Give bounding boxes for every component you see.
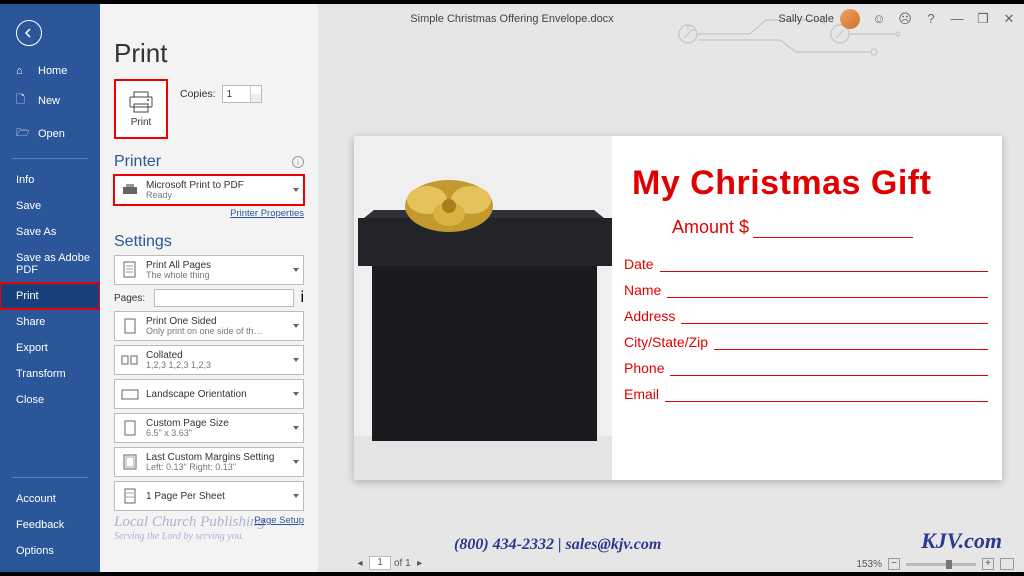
sidebar-item-share[interactable]: Share xyxy=(0,309,100,335)
persheet-select[interactable]: 1 Page Per Sheet xyxy=(114,481,304,511)
sidebar-item-home[interactable]: ⌂Home xyxy=(0,58,100,84)
print-range-select[interactable]: Print All PagesThe whole thing xyxy=(114,255,304,285)
watermark: Local Church Publishing Serving the Lord… xyxy=(114,514,265,542)
sidebar-item-feedback[interactable]: Feedback xyxy=(0,512,100,538)
sidebar-item-transform[interactable]: Transform xyxy=(0,361,100,387)
logo-text: KJV.com xyxy=(921,528,1002,554)
printer-heading: Printer xyxy=(114,153,161,171)
sidebar-item-new[interactable]: 🗋New xyxy=(0,84,100,117)
pages-icon xyxy=(121,261,139,279)
info-icon[interactable]: i xyxy=(300,289,304,307)
preview-footer: (800) 434-2332 | sales@kjv.com KJV.com xyxy=(354,528,1002,554)
open-icon: 🗁 xyxy=(16,124,30,143)
zoom-out-button[interactable]: − xyxy=(888,558,900,570)
sidebar-item-open[interactable]: 🗁Open xyxy=(0,117,100,150)
margins-icon xyxy=(121,453,139,471)
avatar xyxy=(840,9,860,29)
print-preview: My Christmas Gift Amount $ Date Name Add… xyxy=(318,4,1024,572)
back-button[interactable] xyxy=(16,20,42,46)
home-icon: ⌂ xyxy=(16,65,30,77)
field-email: Email xyxy=(624,386,988,402)
margins-select[interactable]: Last Custom Margins SettingLeft: 0.13" R… xyxy=(114,447,304,477)
persheet-icon xyxy=(121,487,139,505)
face-smile-icon[interactable]: ☺ xyxy=(872,12,886,26)
pagesize-icon xyxy=(121,419,139,437)
page-total: of 1 xyxy=(394,558,411,569)
amount-field: Amount $ xyxy=(672,217,988,238)
collated-icon xyxy=(121,351,139,369)
sidebar-item-close[interactable]: Close xyxy=(0,387,100,413)
user-account[interactable]: Sally Coale xyxy=(778,9,860,29)
field-address: Address xyxy=(624,308,988,324)
page-navigator: ◂ 1 of 1 ▸ xyxy=(354,556,426,570)
pagesize-select[interactable]: Custom Page Size6.5" x 3.63" xyxy=(114,413,304,443)
close-icon[interactable]: ✕ xyxy=(1002,12,1016,26)
page-number-input[interactable]: 1 xyxy=(369,556,391,570)
sidebar-item-saveadobe[interactable]: Save as Adobe PDF xyxy=(0,245,100,283)
zoom-fit-button[interactable] xyxy=(1000,558,1014,570)
face-neutral-icon[interactable]: ☹ xyxy=(898,12,912,26)
copies-input[interactable]: 1 xyxy=(222,85,262,103)
field-date: Date xyxy=(624,256,988,272)
contact-text: (800) 434-2332 | sales@kjv.com xyxy=(454,536,661,554)
new-icon: 🗋 xyxy=(16,91,30,110)
info-icon[interactable]: i xyxy=(292,156,304,168)
orientation-select[interactable]: Landscape Orientation xyxy=(114,379,304,409)
sides-select[interactable]: Print One SidedOnly print on one side of… xyxy=(114,311,304,341)
onesided-icon xyxy=(121,317,139,335)
landscape-icon xyxy=(121,385,139,403)
sidebar-item-options[interactable]: Options xyxy=(0,538,100,564)
sidebar-item-account[interactable]: Account xyxy=(0,486,100,512)
field-citystatezip: City/State/Zip xyxy=(624,334,988,350)
print-button[interactable]: Print xyxy=(114,79,168,139)
field-name: Name xyxy=(624,282,988,298)
zoom-in-button[interactable]: + xyxy=(982,558,994,570)
field-phone: Phone xyxy=(624,360,988,376)
doc-title: My Christmas Gift xyxy=(632,164,988,203)
sidebar-item-save[interactable]: Save xyxy=(0,193,100,219)
prev-page-button[interactable]: ◂ xyxy=(354,557,366,569)
next-page-button[interactable]: ▸ xyxy=(414,557,426,569)
sidebar-item-export[interactable]: Export xyxy=(0,335,100,361)
user-name: Sally Coale xyxy=(778,13,834,25)
help-icon[interactable]: ? xyxy=(924,12,938,26)
backstage-sidebar: ⌂Home 🗋New 🗁Open Info Save Save As Save … xyxy=(0,4,100,572)
copies-label: Copies: xyxy=(180,88,216,100)
restore-icon[interactable]: ❐ xyxy=(976,12,990,26)
zoom-controls: 153% − + xyxy=(856,558,1014,570)
collate-select[interactable]: Collated1,2,3 1,2,3 1,2,3 xyxy=(114,345,304,375)
pages-label: Pages: xyxy=(114,293,150,304)
sidebar-item-saveas[interactable]: Save As xyxy=(0,219,100,245)
sidebar-item-print[interactable]: Print xyxy=(0,283,100,309)
sidebar-item-info[interactable]: Info xyxy=(0,167,100,193)
printer-icon xyxy=(128,91,154,113)
printer-select[interactable]: Microsoft Print to PDFReady xyxy=(114,175,304,205)
printer-properties-link[interactable]: Printer Properties xyxy=(114,208,304,219)
minimize-icon[interactable]: — xyxy=(950,12,964,26)
zoom-slider[interactable] xyxy=(906,563,976,566)
printer-device-icon xyxy=(121,181,139,199)
print-heading: Print xyxy=(114,38,304,69)
pages-input[interactable] xyxy=(154,289,294,307)
settings-heading: Settings xyxy=(114,233,172,251)
zoom-level: 153% xyxy=(856,559,882,570)
preview-page: My Christmas Gift Amount $ Date Name Add… xyxy=(354,136,1002,480)
print-panel: Print Print Copies: 1 Printer i Microsoft… xyxy=(100,4,318,572)
gift-box-image xyxy=(354,136,612,480)
